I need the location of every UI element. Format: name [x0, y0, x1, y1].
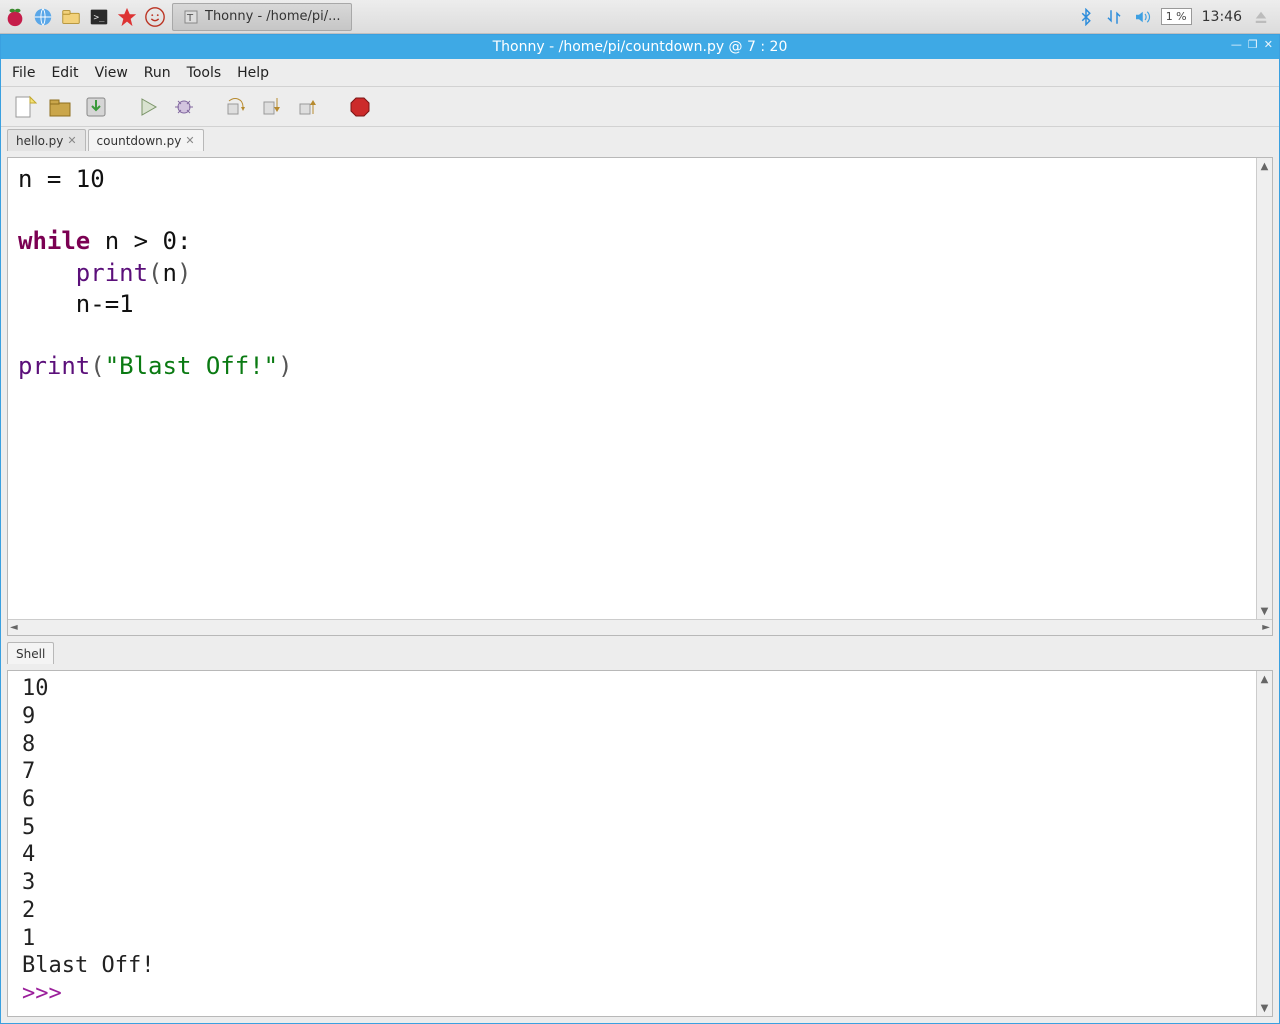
maximize-button[interactable]: ❐	[1248, 38, 1258, 51]
editor-tab-countdown[interactable]: countdown.py ✕	[88, 129, 204, 151]
menu-run[interactable]: Run	[137, 62, 178, 84]
editor-tab-hello[interactable]: hello.py ✕	[7, 129, 86, 151]
taskbar-app-label: Thonny - /home/pi/...	[205, 9, 341, 24]
shell-output[interactable]: 10 9 8 7 6 5 4 3 2 1 Blast Off! >>>	[8, 671, 1256, 1016]
step-out-button[interactable]	[295, 94, 321, 120]
shell-tab[interactable]: Shell	[7, 642, 54, 664]
thonny-window: Thonny - /home/pi/countdown.py @ 7 : 20 …	[0, 34, 1280, 1024]
shell-vertical-scrollbar[interactable]: ▲▼	[1256, 671, 1272, 1016]
run-button[interactable]	[135, 94, 161, 120]
file-manager-icon[interactable]	[60, 6, 82, 28]
bluetooth-icon[interactable]	[1077, 8, 1095, 26]
clock[interactable]: 13:46	[1202, 9, 1242, 25]
close-icon[interactable]: ✕	[67, 134, 76, 147]
menu-help[interactable]: Help	[230, 62, 276, 84]
volume-icon[interactable]	[1133, 8, 1151, 26]
open-file-button[interactable]	[47, 94, 73, 120]
close-icon[interactable]: ✕	[185, 134, 194, 147]
editor-vertical-scrollbar[interactable]: ▲▼	[1256, 158, 1272, 619]
window-titlebar[interactable]: Thonny - /home/pi/countdown.py @ 7 : 20 …	[1, 35, 1279, 59]
toolbar	[1, 87, 1279, 127]
editor-tab-label: countdown.py	[97, 134, 182, 148]
svg-text:T: T	[186, 13, 194, 24]
minimize-button[interactable]: —	[1231, 38, 1242, 51]
shell-panel: 10 9 8 7 6 5 4 3 2 1 Blast Off! >>> ▲▼	[7, 670, 1273, 1017]
web-browser-icon[interactable]	[32, 6, 54, 28]
workspace: hello.py ✕ countdown.py ✕ n = 10 while n…	[1, 127, 1279, 1023]
shell-tab-row: Shell	[7, 642, 1273, 664]
cpu-usage-badge[interactable]: 1 %	[1161, 8, 1192, 25]
menu-tools[interactable]: Tools	[180, 62, 229, 84]
minesweeper-icon[interactable]	[116, 6, 138, 28]
menu-file[interactable]: File	[5, 62, 42, 84]
system-tray: 1 % 13:46	[1077, 8, 1276, 26]
shell-tab-label: Shell	[16, 647, 45, 661]
svg-text:>_: >_	[94, 11, 106, 22]
eject-icon[interactable]	[1252, 8, 1270, 26]
new-file-button[interactable]	[11, 94, 37, 120]
step-into-button[interactable]	[259, 94, 285, 120]
close-button[interactable]: ✕	[1264, 38, 1273, 51]
terminal-icon[interactable]: >_	[88, 6, 110, 28]
menu-edit[interactable]: Edit	[44, 62, 85, 84]
window-title: Thonny - /home/pi/countdown.py @ 7 : 20	[493, 39, 788, 55]
editor-tab-label: hello.py	[16, 134, 63, 148]
editor-tab-row: hello.py ✕ countdown.py ✕	[7, 129, 1273, 151]
network-icon[interactable]	[1105, 8, 1123, 26]
editor-horizontal-scrollbar[interactable]: ◄►	[8, 619, 1272, 635]
os-taskbar: >_ T Thonny - /home/pi/... 1 % 13:46	[0, 0, 1280, 34]
menu-view[interactable]: View	[88, 62, 135, 84]
menu-bar: File Edit View Run Tools Help	[1, 59, 1279, 87]
taskbar-app-thonny[interactable]: T Thonny - /home/pi/...	[172, 3, 352, 31]
games-icon[interactable]	[144, 6, 166, 28]
step-over-button[interactable]	[223, 94, 249, 120]
save-file-button[interactable]	[83, 94, 109, 120]
stop-button[interactable]	[347, 94, 373, 120]
code-editor[interactable]: n = 10 while n > 0: print(n) n-=1 print(…	[8, 158, 1256, 619]
editor-panel: n = 10 while n > 0: print(n) n-=1 print(…	[7, 157, 1273, 636]
raspberry-menu-icon[interactable]	[4, 6, 26, 28]
debug-button[interactable]	[171, 94, 197, 120]
